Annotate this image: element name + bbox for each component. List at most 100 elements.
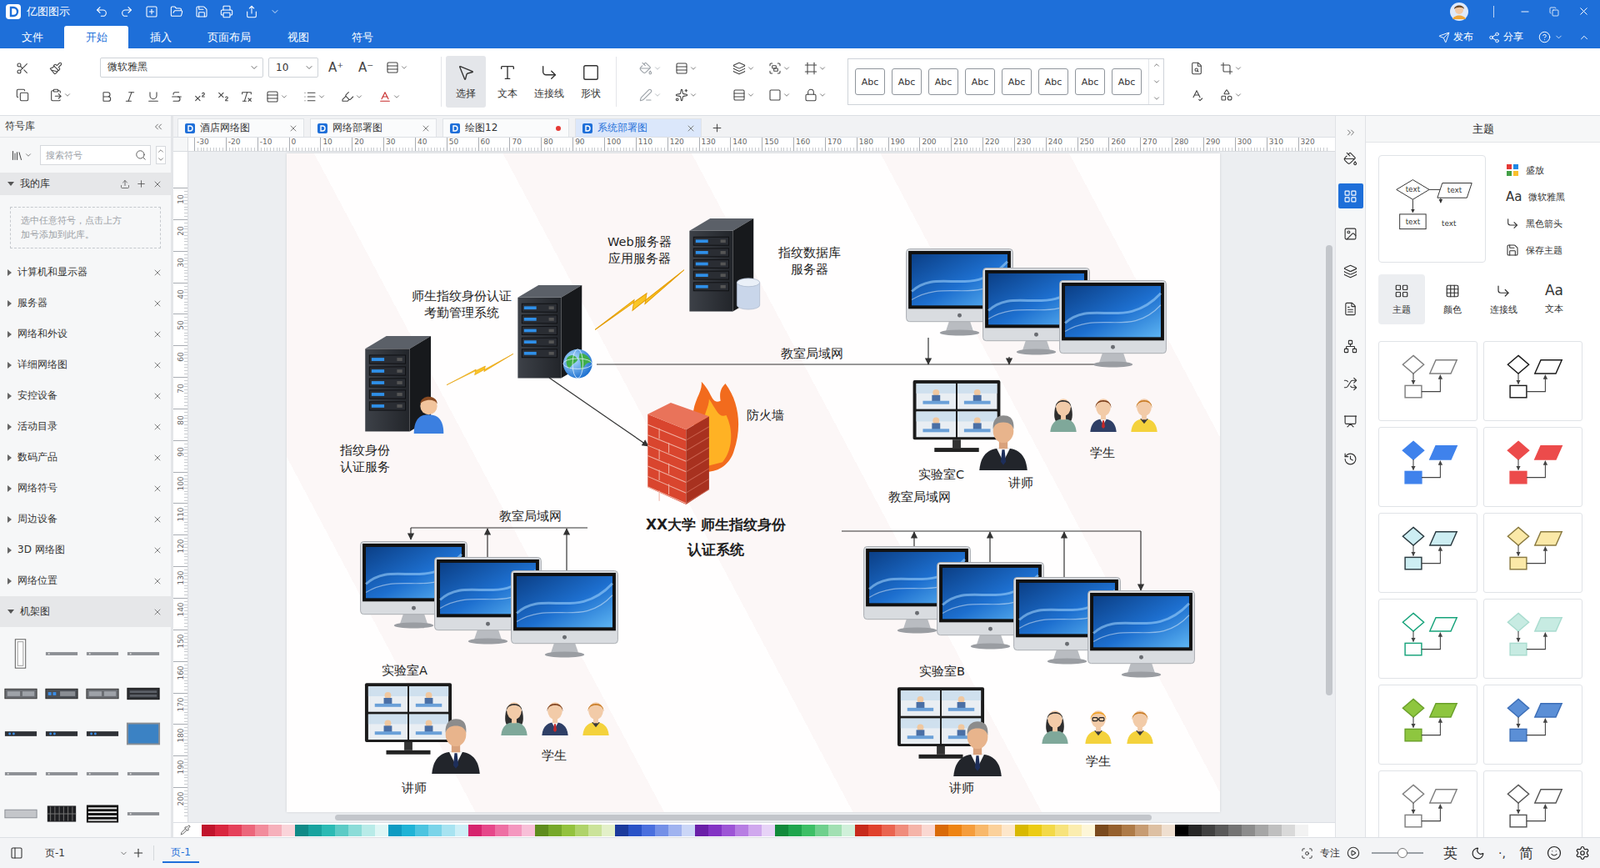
shrink-font-button[interactable]: A⁻ (353, 57, 379, 78)
color-swatch[interactable] (1201, 824, 1215, 836)
style-swatch[interactable]: Abc (928, 68, 959, 95)
ime-script-toggle[interactable]: 简 (1519, 843, 1534, 863)
close-category-icon[interactable] (152, 545, 163, 555)
rack-shape-icon[interactable] (3, 756, 39, 790)
focus-mode-button[interactable]: 专注 (1320, 845, 1340, 860)
toggle-panel-icon[interactable] (10, 845, 24, 860)
flip-icon[interactable] (804, 61, 818, 75)
expand-icon[interactable] (7, 454, 12, 461)
color-swatch[interactable] (1068, 824, 1082, 836)
connector-line[interactable] (1063, 531, 1065, 577)
spell-check-button[interactable] (1187, 84, 1218, 106)
color-swatch[interactable] (1215, 824, 1229, 836)
dropdown-icon[interactable] (400, 63, 409, 72)
rack-shape-icon[interactable] (125, 716, 161, 750)
style-swatch[interactable]: Abc (1111, 68, 1142, 95)
document-tab[interactable]: 网络部署图 (310, 118, 437, 137)
help-menu-icon[interactable] (1554, 32, 1564, 42)
publish-button[interactable]: 发布 (1438, 30, 1474, 45)
theme-card[interactable] (1378, 770, 1478, 837)
close-icon[interactable] (1577, 5, 1590, 18)
expand-icon[interactable] (7, 181, 15, 186)
italic-icon[interactable] (123, 90, 137, 104)
connector-line[interactable] (841, 530, 1141, 531)
align-icon[interactable] (385, 60, 400, 75)
dropdown-icon[interactable] (689, 64, 698, 73)
color-swatch[interactable] (828, 824, 842, 836)
symbol-search-field[interactable]: 搜索符号 (40, 145, 151, 165)
expand-icon[interactable] (7, 392, 12, 400)
color-swatch[interactable] (961, 824, 975, 836)
color-swatch[interactable] (601, 824, 615, 836)
color-swatch[interactable] (348, 824, 362, 836)
shape-label[interactable]: 教室局域网 (888, 489, 951, 506)
ime-language-toggle[interactable]: 英 (1443, 843, 1458, 863)
shape-label[interactable]: 教室局域网 (499, 508, 562, 525)
shape-label[interactable]: 讲师 (1008, 475, 1034, 492)
color-swatch[interactable] (748, 824, 762, 836)
tool-button[interactable]: 选择 (445, 55, 486, 108)
grow-font-button[interactable]: A⁺ (323, 57, 349, 78)
color-swatch[interactable] (1228, 824, 1242, 836)
color-swatch[interactable] (321, 824, 335, 836)
shape-label[interactable]: 讲师 (401, 780, 427, 797)
expand-icon[interactable] (7, 515, 12, 523)
size-icon[interactable] (768, 88, 782, 102)
save-theme-icon[interactable] (1505, 243, 1520, 257)
theme-tab-icon[interactable] (1394, 283, 1410, 299)
shapes-icon[interactable] (1220, 88, 1234, 102)
page-select[interactable]: 页-1 (38, 843, 132, 862)
text-tool-icon[interactable] (498, 63, 517, 82)
style-swatch[interactable]: Abc (1038, 68, 1069, 95)
theme-tab[interactable]: 主题 (1378, 274, 1425, 325)
expand-icon[interactable] (7, 423, 12, 430)
theme-card[interactable] (1483, 770, 1583, 837)
rack-shape-icon[interactable] (125, 796, 161, 830)
library-category[interactable]: 网络符号 (0, 472, 171, 504)
connector-line[interactable] (596, 363, 1100, 365)
library-menu-button[interactable] (8, 144, 35, 166)
color-swatch[interactable] (388, 824, 402, 836)
close-category-icon[interactable] (152, 452, 163, 463)
vertical-ruler[interactable]: 1020304050607080901001101201301401501601… (173, 151, 189, 822)
student-y-shape[interactable] (1127, 390, 1161, 432)
theme-card[interactable] (1483, 598, 1583, 679)
export-library-icon[interactable] (120, 179, 130, 190)
color-swatch[interactable] (255, 824, 269, 836)
align-shapes-button[interactable] (730, 84, 766, 106)
theme-tab[interactable]: 颜色 (1429, 274, 1476, 325)
outline-panel-icon[interactable] (1343, 339, 1358, 354)
rail-button[interactable] (1338, 258, 1364, 284)
color-swatch[interactable] (415, 824, 429, 836)
dropdown-icon[interactable] (1234, 64, 1243, 73)
dropdown-icon[interactable] (818, 64, 827, 73)
color-swatch[interactable] (1281, 824, 1295, 836)
line-style-icon[interactable] (675, 61, 689, 75)
superscript-icon[interactable] (193, 90, 207, 104)
rack-shape-icon[interactable] (44, 796, 80, 830)
dropdown-icon[interactable] (280, 92, 289, 101)
color-swatch[interactable] (1295, 824, 1309, 836)
server-user-shape[interactable] (360, 331, 447, 434)
tool-button[interactable]: 文本 (487, 55, 528, 108)
color-swatch[interactable] (801, 824, 815, 836)
color-swatch[interactable] (228, 824, 242, 836)
color-swatch[interactable] (1175, 824, 1189, 836)
fill-panel-icon[interactable] (1343, 151, 1358, 166)
connector-line[interactable] (927, 337, 929, 365)
connector-line[interactable] (565, 528, 567, 570)
dropdown-icon[interactable] (746, 64, 755, 73)
connector-line[interactable] (1008, 356, 1010, 365)
rack-shape-icon[interactable] (85, 796, 120, 830)
close-tab-icon[interactable] (685, 123, 696, 134)
dropdown-icon[interactable] (746, 90, 755, 100)
find-icon[interactable] (1190, 61, 1204, 75)
diagram-page[interactable]: 指纹身份 认证服务师生指纹身份认证 考勤管理系统Web服务器 应用服务器指纹数据… (286, 153, 1220, 812)
color-swatch[interactable] (1268, 824, 1282, 836)
rack-shape-icon[interactable] (125, 756, 161, 790)
align-shapes-icon[interactable] (732, 88, 746, 102)
slides-panel-icon[interactable] (1343, 414, 1358, 429)
rack-shape-icon[interactable] (125, 636, 161, 670)
library-category[interactable]: 安控设备 (0, 380, 171, 411)
menu-tab[interactable]: 视图 (265, 25, 330, 49)
